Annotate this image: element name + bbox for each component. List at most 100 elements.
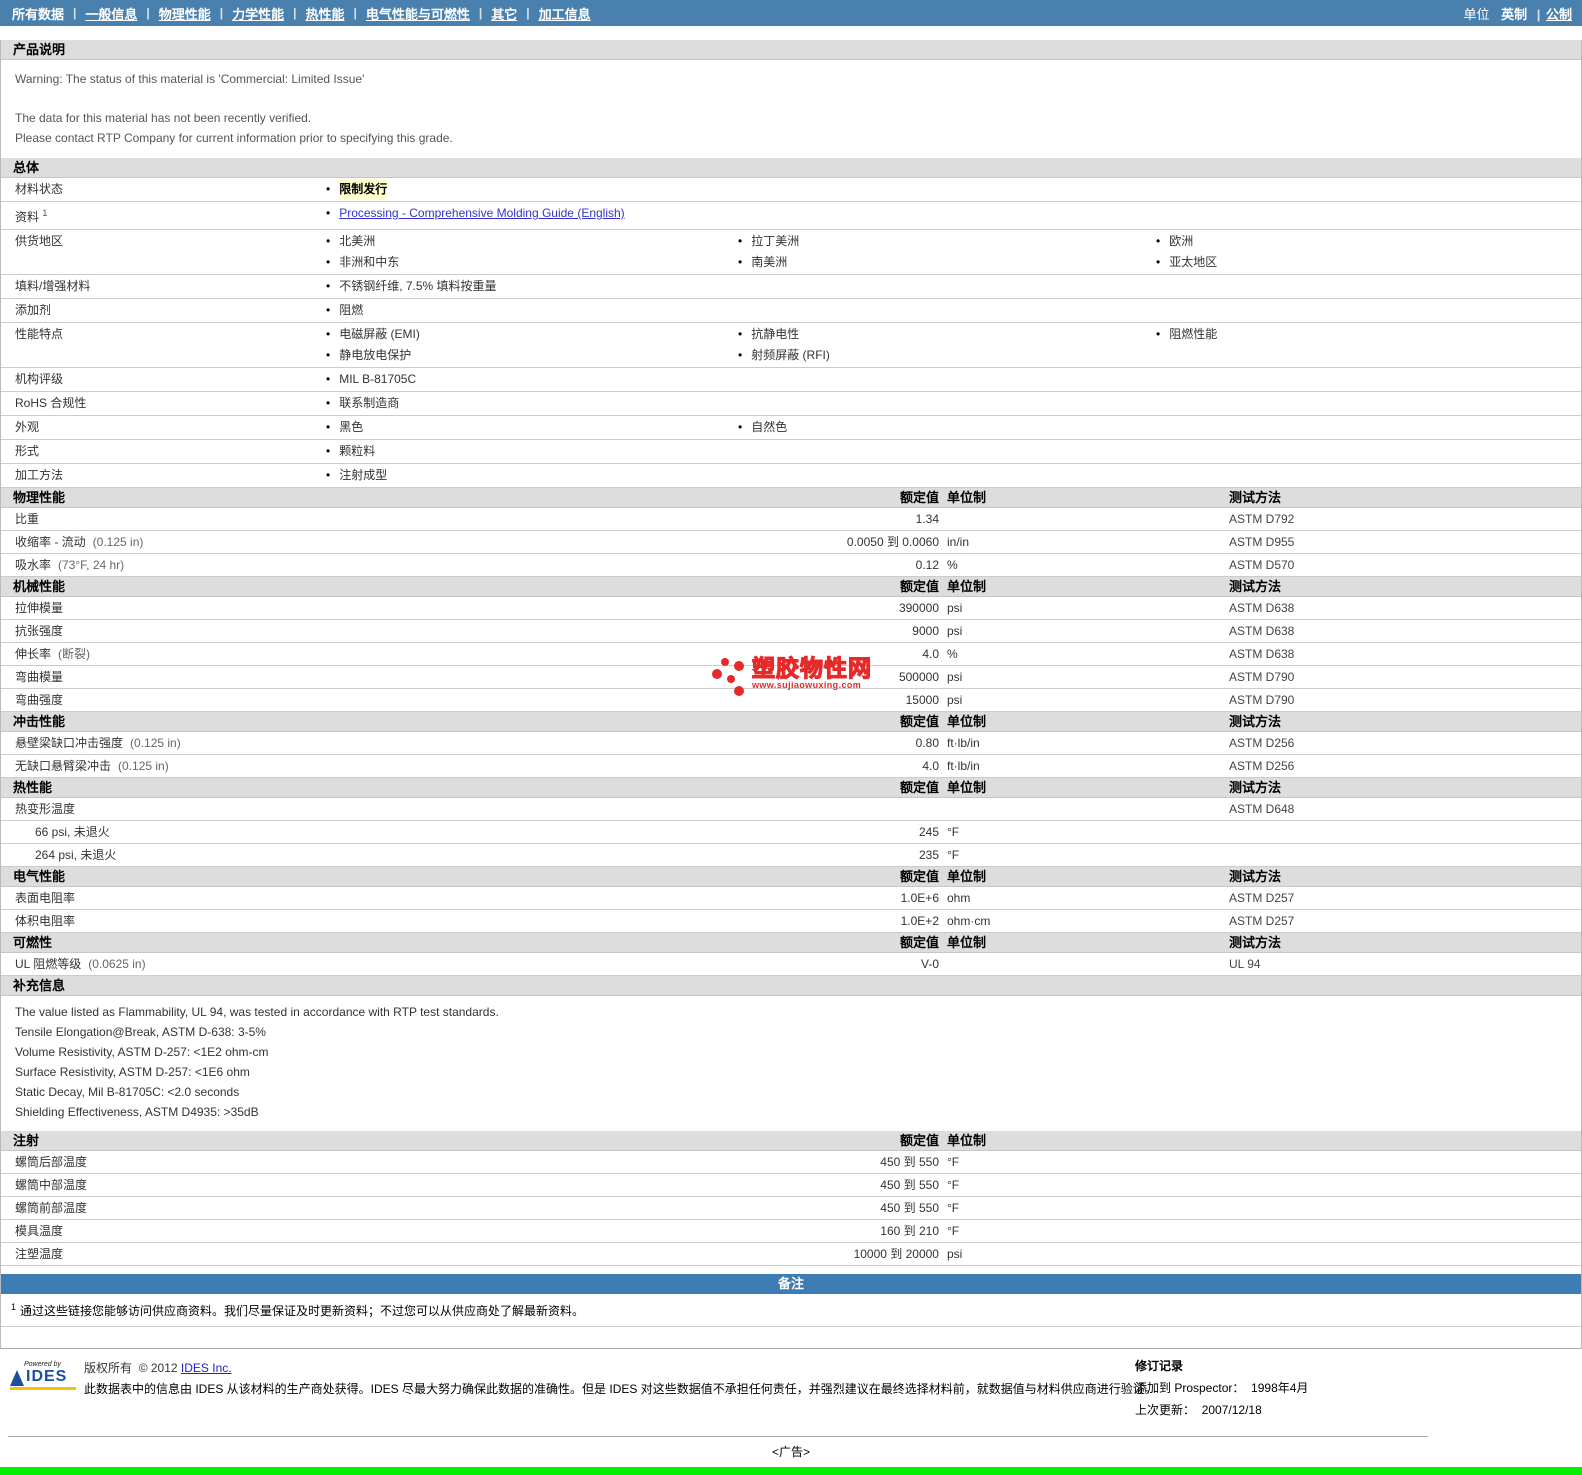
- general-col: [1143, 393, 1581, 414]
- unit-separator: |: [1536, 6, 1541, 22]
- section-title: 产品说明: [13, 42, 66, 57]
- property-unit: %: [947, 647, 958, 661]
- col-header-value: 额定值: [899, 490, 939, 505]
- ad-placeholder: <广告>: [771, 1445, 811, 1459]
- bullet-item: • 非洲和中东: [313, 252, 725, 273]
- nav-item[interactable]: 所有数据: [12, 4, 64, 23]
- property-unit: °F: [947, 1201, 960, 1215]
- bullet-icon: •: [1156, 327, 1161, 341]
- bullet-icon: •: [738, 348, 743, 362]
- nav-item[interactable]: 一般信息: [85, 4, 137, 23]
- property-value: 390000: [898, 601, 939, 615]
- nav-item[interactable]: 力学性能: [232, 4, 284, 23]
- property-label: 螺筒中部温度: [15, 1178, 88, 1192]
- test-method: [1229, 1174, 1581, 1196]
- nav-separator: |: [73, 6, 77, 20]
- property-value: 450 到 550: [880, 1178, 939, 1192]
- property-row: 无缺口悬臂梁冲击 (0.125 in) 4.0 ft·lb/in ASTM D256: [1, 755, 1581, 778]
- test-method: ASTM D638: [1229, 647, 1295, 661]
- general-row: 外观 • 黑色 • 自然色: [1, 416, 1581, 440]
- col-header-method: 测试方法: [1229, 935, 1282, 950]
- unit-metric-link[interactable]: 公制: [1546, 7, 1572, 22]
- units-label: 单位: [1463, 6, 1490, 22]
- bullet-text: 射频屏蔽 (RFI): [751, 348, 830, 362]
- property-unit: %: [947, 558, 958, 572]
- property-value: 10000 到 20000: [853, 1247, 939, 1261]
- nav-item[interactable]: 电气性能与可燃性: [366, 4, 470, 23]
- general-col: • 不锈钢纤维, 7.5% 填料按重量: [313, 276, 725, 297]
- bullet-item: • Processing - Comprehensive Molding Guid…: [313, 203, 725, 224]
- property-unit: °F: [947, 1224, 960, 1238]
- property-row: 螺筒前部温度 450 到 550 °F: [1, 1197, 1581, 1220]
- test-method: ASTM D570: [1229, 558, 1295, 572]
- bullet-item: • MIL B-81705C: [313, 369, 725, 390]
- property-label: 体积电阻率: [15, 914, 76, 928]
- nav-item[interactable]: 加工信息: [539, 4, 591, 23]
- property-value: 245: [918, 825, 939, 839]
- property-row: 注塑温度 10000 到 20000 psi: [1, 1243, 1581, 1266]
- col-header-unit: 单位制: [947, 490, 987, 505]
- general-col: [1143, 276, 1581, 297]
- general-col: [725, 369, 1143, 390]
- property-unit: [939, 798, 1229, 820]
- general-col: • 拉丁美洲 • 南美洲: [725, 231, 1143, 273]
- general-col: • 限制发行: [313, 179, 725, 200]
- col-header-unit: 单位制: [947, 780, 987, 795]
- nav-item[interactable]: 其它: [491, 4, 517, 23]
- bullet-item: • 电磁屏蔽 (EMI): [313, 324, 725, 345]
- property-row: 66 psi, 未退火 245 °F: [1, 821, 1581, 844]
- property-condition: (断裂): [58, 647, 91, 661]
- bullet-text: 注射成型: [339, 468, 388, 482]
- bullet-text: 亚太地区: [1169, 255, 1218, 269]
- document-link[interactable]: Processing - Comprehensive Molding Guide…: [339, 203, 624, 224]
- property-value: 450 到 550: [880, 1201, 939, 1215]
- section-product-notes: 产品说明: [1, 40, 1581, 60]
- supplemental-line: Static Decay, Mil B-81705C: <2.0 seconds: [15, 1085, 240, 1099]
- section-title: 电气性能: [13, 869, 66, 884]
- section-title: 机械性能: [13, 579, 66, 594]
- property-label: 无缺口悬臂梁冲击 (0.125 in): [15, 759, 169, 773]
- property-row: 拉伸模量 390000 psi ASTM D638: [1, 597, 1581, 620]
- powered-by-label: Powered by: [24, 1361, 61, 1368]
- bullet-text: 静电放电保护: [339, 348, 412, 362]
- supplemental-line: Shielding Effectiveness, ASTM D4935: >35…: [15, 1105, 259, 1119]
- supplemental-line: The value listed as Flammability, UL 94,…: [15, 1005, 499, 1019]
- test-method: ASTM D256: [1229, 736, 1295, 750]
- bullet-item: • 自然色: [725, 417, 1143, 438]
- property-unit: ft·lb/in: [947, 736, 980, 750]
- property-label: 弯曲模量: [15, 670, 64, 684]
- warning-line: Warning: The status of this material is …: [15, 72, 365, 86]
- ides-inc-link[interactable]: IDES Inc.: [181, 1361, 232, 1375]
- general-col: [1143, 369, 1581, 390]
- bullet-text: 阻燃: [339, 303, 364, 317]
- nav-item[interactable]: 物理性能: [159, 4, 211, 23]
- test-method: [1229, 1243, 1581, 1265]
- property-value: 4.0: [922, 759, 939, 773]
- bullet-icon: •: [326, 303, 331, 317]
- bullet-text: 自然色: [751, 420, 788, 434]
- general-col: • 黑色: [313, 417, 725, 438]
- property-row: 比重 1.34 ASTM D792: [1, 508, 1581, 531]
- col-header-method: [1229, 1131, 1581, 1150]
- property-row: 表面电阻率 1.0E+6 ohm ASTM D257: [1, 887, 1581, 910]
- row-label: 添加剂: [15, 303, 52, 317]
- property-label: 抗张强度: [15, 624, 64, 638]
- property-row: 伸长率 (断裂) 4.0% ASTM D638: [1, 643, 1581, 666]
- nav-item[interactable]: 热性能: [306, 4, 345, 23]
- property-label: 螺筒前部温度: [15, 1201, 88, 1215]
- test-method: [1229, 1197, 1581, 1219]
- property-unit: psi: [947, 670, 963, 684]
- bullet-item: • 抗静电性: [725, 324, 1143, 345]
- property-label: UL 阻燃等级 (0.0625 in): [15, 957, 146, 971]
- property-sections: 物理性能 额定值 单位制 测试方法 比重 1.34 ASTM D792 收缩率 - 流动 (0.…: [1, 488, 1581, 1266]
- property-label: 热变形温度: [15, 802, 76, 816]
- property-unit: ohm·cm: [947, 914, 991, 928]
- test-method: UL 94: [1229, 957, 1261, 971]
- col-header-value: 额定值: [899, 579, 939, 594]
- property-row: 弯曲模量 500000 psi ASTM D790: [1, 666, 1581, 689]
- bullet-icon: •: [326, 206, 331, 220]
- status-highlight: 限制发行: [339, 179, 388, 200]
- section-header: 物理性能 额定值 单位制 测试方法: [1, 488, 1581, 508]
- row-label: 填料/增强材料: [15, 279, 91, 293]
- property-unit: [939, 953, 1229, 975]
